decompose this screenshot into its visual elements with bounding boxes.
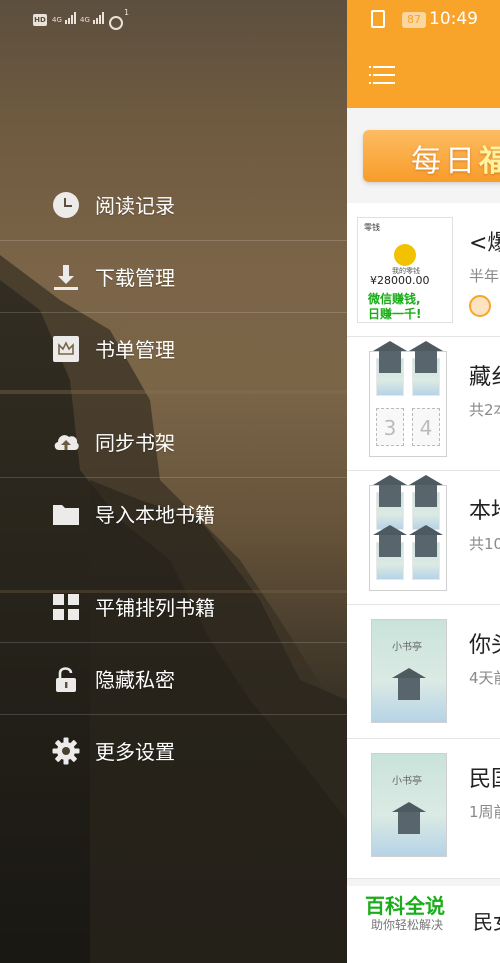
book-item[interactable]: 零钱 我的零钱 ¥28000.00 微信赚钱, 日赚一千! <爆 半年 — [347, 203, 500, 337]
banner-text: 每日 — [411, 144, 479, 179]
book-subtitle: 共2本 — [469, 401, 500, 419]
signal-icon: 4G — [52, 12, 77, 24]
clock-icon — [53, 192, 79, 218]
cover-slot-3: 3 — [376, 408, 404, 446]
lock-icon — [56, 667, 76, 692]
cover-ad-line2: 日赚一千! — [368, 307, 422, 321]
bottom-ad-item[interactable]: 百科全说 助你轻松解决 民女 — [347, 886, 500, 963]
ad-title: 百科全说 — [365, 894, 445, 918]
book-title: 你头 — [469, 633, 500, 658]
menu-item-label: 更多设置 — [95, 740, 175, 764]
menu-item-label: 书单管理 — [95, 338, 175, 362]
menu-item-more-settings[interactable]: 更多设置 — [0, 716, 347, 786]
navigation-drawer: HD 4G 4G 1 阅读记录 下载管理 书单管理 同步书架 导入本地书籍 平铺… — [0, 0, 347, 963]
battery-icon: 87 — [402, 12, 426, 28]
menu-item-sync-bookshelf[interactable]: 同步书架 — [0, 407, 347, 477]
book-subtitle: 共10 — [469, 535, 500, 553]
book-cover: 小书亭 — [371, 753, 447, 857]
crown-card-icon — [53, 336, 79, 362]
cover-text: 小书亭 — [392, 776, 422, 787]
menu-item-import-local-books[interactable]: 导入本地书籍 — [0, 479, 347, 549]
cover-top-label: 零钱 — [364, 223, 380, 232]
book-cover: 零钱 我的零钱 ¥28000.00 微信赚钱, 日赚一千! — [357, 217, 453, 323]
menu-item-label: 同步书架 — [95, 431, 175, 455]
hotspot-count: 1 — [124, 8, 130, 17]
book-subtitle: 1周前 — [469, 803, 500, 821]
network-type: 4G — [80, 16, 90, 24]
book-subtitle: 半年 — [469, 267, 500, 285]
vibrate-icon — [371, 10, 385, 28]
menu-item-label: 导入本地书籍 — [95, 503, 215, 527]
cloud-upload-icon — [54, 435, 79, 450]
menu-icon[interactable] — [369, 62, 397, 86]
book-subtitle: 4天前 — [469, 669, 500, 687]
book-item[interactable]: 本地 共10 — [347, 471, 500, 605]
ad-subtitle: 助你轻松解决 — [371, 918, 444, 932]
book-cover — [369, 475, 447, 591]
menu-item-download-manager[interactable]: 下载管理 — [0, 242, 347, 312]
banner-text-highlight: 福 — [479, 144, 500, 179]
grid-icon — [53, 594, 79, 620]
download-icon — [54, 265, 78, 290]
menu-item-reading-history[interactable]: 阅读记录 — [0, 170, 347, 240]
menu-item-booklist-manager[interactable]: 书单管理 — [0, 314, 347, 384]
daily-welfare-banner[interactable]: 每日福 — [363, 130, 500, 182]
book-title: 民女 — [473, 910, 500, 934]
menu-item-label: 阅读记录 — [95, 194, 175, 218]
gear-icon — [52, 737, 80, 765]
book-item[interactable]: 3 4 藏纟 共2本 — [347, 337, 500, 471]
book-item[interactable]: 小书亭 你头 4天前 — [347, 605, 500, 739]
book-title: <爆 — [469, 231, 500, 256]
cover-slot-4: 4 — [412, 408, 440, 446]
hotspot-icon — [109, 16, 123, 30]
folder-icon — [53, 505, 79, 525]
cover-ad: 微信赚钱, 日赚一千! — [368, 292, 421, 322]
menu-item-tile-books[interactable]: 平铺排列书籍 — [0, 572, 347, 642]
book-title: 本地 — [469, 499, 500, 524]
book-item[interactable]: 小书亭 民国 1周前 — [347, 739, 500, 879]
cover-amount: ¥28000.00 — [370, 274, 430, 287]
hd-badge: HD — [33, 14, 47, 26]
status-time: 10:49 — [429, 9, 478, 29]
signal-icon: 4G — [80, 12, 105, 24]
menu-item-hide-private[interactable]: 隐藏私密 — [0, 644, 347, 714]
menu-item-label: 隐藏私密 — [95, 668, 175, 692]
avatar-icon — [469, 295, 491, 317]
bookshelf-app: 87 10:49 每日福 零钱 我的零钱 ¥28000.00 微信赚钱, 日赚一… — [347, 0, 500, 963]
coin-icon — [394, 244, 416, 266]
cover-ad-line1: 微信赚钱, — [368, 292, 421, 306]
book-title: 藏纟 — [469, 365, 500, 390]
book-title: 民国 — [469, 767, 500, 792]
menu-item-label: 平铺排列书籍 — [95, 596, 215, 620]
menu-item-label: 下载管理 — [95, 266, 175, 290]
book-cover: 3 4 — [369, 341, 447, 457]
cover-text: 小书亭 — [392, 642, 422, 653]
book-cover: 小书亭 — [371, 619, 447, 723]
network-type: 4G — [52, 16, 62, 24]
status-bar: HD 4G 4G 1 — [0, 6, 347, 32]
status-bar: 87 10:49 — [347, 8, 500, 32]
